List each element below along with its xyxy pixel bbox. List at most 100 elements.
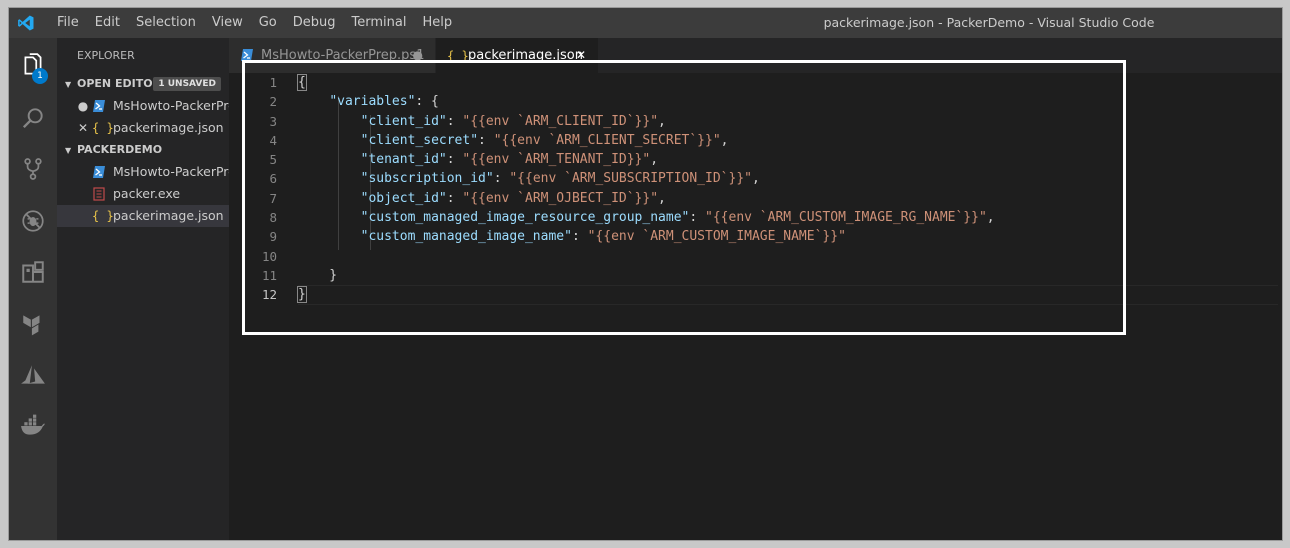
menu-debug[interactable]: Debug [285, 8, 344, 38]
azure-icon [21, 365, 45, 384]
activity-extensions[interactable] [9, 249, 57, 295]
unsaved-dot-icon[interactable]: ● [413, 38, 423, 73]
menu-help[interactable]: Help [414, 8, 460, 38]
code-line[interactable]: "object_id": "{{env `ARM_OJBECT_ID`}}", [298, 189, 1278, 208]
json-punctuation: } [297, 286, 307, 304]
open-editor-item[interactable]: ● MsHowto-PackerPrep.ps1 [57, 95, 229, 117]
open-editors-header[interactable]: ▼ OPEN EDITORS 1 UNSAVED [57, 73, 229, 95]
line-number-gutter: 1 2 3 4 5 6 7 8 9 10 11 12 [229, 73, 277, 305]
code-line[interactable]: "subscription_id": "{{env `ARM_SUBSCRIPT… [298, 169, 1278, 188]
menu-go[interactable]: Go [251, 8, 285, 38]
json-punctuation: : [446, 152, 463, 168]
line-number: 4 [269, 132, 277, 148]
explorer-badge: 1 [32, 68, 48, 84]
json-punctuation [298, 210, 361, 225]
code-line[interactable]: "client_id": "{{env `ARM_CLIENT_ID`}}", [298, 112, 1278, 131]
code-editor[interactable]: 1 2 3 4 5 6 7 8 9 10 11 12 { "variables": { "client… [229, 73, 1282, 540]
activity-debug[interactable] [9, 198, 57, 244]
code-line[interactable]: "client_secret": "{{env `ARM_CLIENT_SECR… [298, 131, 1278, 150]
json-punctuation [298, 152, 361, 167]
code-line[interactable]: "custom_managed_image_name": "{{env `ARM… [298, 227, 1278, 246]
json-punctuation: , [986, 210, 995, 226]
menu-terminal[interactable]: Terminal [344, 8, 415, 38]
json-string: "{{env `ARM_OJBECT_ID`}}" [462, 190, 659, 206]
line-number: 7 [269, 190, 277, 206]
line-number: 8 [269, 210, 277, 226]
activity-azure[interactable] [9, 352, 57, 398]
code-area[interactable]: { "variables": { "client_id": "{{env `AR… [297, 73, 1278, 305]
file-label: packerimage.json [113, 208, 224, 223]
chevron-down-icon: ▼ [65, 146, 72, 155]
folder-label: PACKERDEMO [77, 143, 163, 156]
open-editor-item[interactable]: ✕ { } packerimage.json [57, 117, 229, 139]
json-punctuation: : [689, 210, 706, 226]
menu-view[interactable]: View [204, 8, 251, 38]
code-line[interactable]: { [297, 73, 1278, 92]
title-bar: File Edit Selection View Go Debug Termin… [9, 8, 1282, 38]
activity-explorer[interactable]: 1 [9, 42, 57, 88]
menu-selection[interactable]: Selection [128, 8, 204, 38]
activity-terraform[interactable] [9, 301, 57, 347]
file-item-selected[interactable]: { } packerimage.json [57, 205, 229, 227]
code-line[interactable]: "tenant_id": "{{env `ARM_TENANT_ID}}", [298, 150, 1278, 169]
file-label: packer.exe [113, 186, 181, 201]
line-number: 11 [261, 267, 277, 283]
line-number: 3 [269, 113, 277, 129]
code-line[interactable]: } [298, 266, 1278, 285]
line-number: 12 [261, 287, 277, 303]
close-icon[interactable]: ✕ [576, 38, 586, 73]
json-key: "subscription_id" [360, 171, 494, 187]
open-editor-label: MsHowto-PackerPrep.ps1 [113, 98, 229, 113]
json-key: "object_id" [360, 190, 447, 206]
code-line[interactable]: "variables": { [298, 92, 1278, 111]
tab-label: MsHowto-PackerPrep.ps1 [261, 48, 425, 63]
json-punctuation: : [446, 113, 463, 129]
activity-search[interactable] [9, 95, 57, 141]
activity-docker[interactable] [9, 403, 57, 449]
activity-source-control[interactable] [9, 146, 57, 192]
line-number: 6 [269, 171, 277, 187]
open-editor-label: packerimage.json [113, 120, 224, 135]
json-string: "{{env `ARM_CLIENT_SECRET`}}" [493, 132, 721, 148]
tab-bar: MsHowto-PackerPrep.ps1 ● { } packerimage… [229, 38, 1282, 73]
json-punctuation: : [478, 132, 494, 148]
activity-bar: 1 [9, 38, 57, 540]
powershell-icon [93, 166, 105, 178]
json-string: "{{env `ARM_CUSTOM_IMAGE_NAME`}}" [587, 229, 846, 245]
json-icon: { } [92, 121, 114, 135]
json-punctuation: { [297, 74, 307, 91]
unsaved-dot-icon[interactable]: ● [77, 95, 89, 117]
json-string: "{{env `ARM_CLIENT_ID`}}" [462, 113, 659, 129]
json-icon: { } [447, 49, 469, 63]
json-punctuation: : [493, 171, 510, 187]
tab-label: packerimage.json [468, 48, 583, 63]
file-item[interactable]: packer.exe [57, 183, 229, 205]
file-item[interactable]: MsHowto-PackerPrep.ps1 [57, 161, 229, 183]
extensions-icon [22, 261, 44, 283]
json-punctuation [298, 133, 361, 148]
json-key: "custom_managed_image_resource_group_nam… [360, 210, 690, 226]
tab-mshowto-packerprep[interactable]: MsHowto-PackerPrep.ps1 ● [229, 38, 435, 73]
code-line[interactable]: "custom_managed_image_resource_group_nam… [298, 208, 1278, 227]
code-line[interactable] [298, 247, 1278, 266]
sidebar-title: EXPLORER [77, 49, 135, 62]
json-key: "client_id" [360, 113, 447, 129]
powershell-icon [93, 100, 105, 112]
json-key: "variables" [329, 94, 416, 110]
window-title: packerimage.json - PackerDemo - Visual S… [823, 15, 1155, 30]
json-string: "{{env `ARM_TENANT_ID}}" [462, 152, 651, 168]
json-string: "{{env `ARM_CUSTOM_IMAGE_RG_NAME`}}" [705, 210, 987, 226]
menu-file[interactable]: File [49, 8, 87, 38]
line-number: 2 [269, 94, 277, 110]
line-number: 10 [261, 248, 277, 264]
json-string: "{{env `ARM_SUBSCRIPTION_ID`}}" [509, 171, 752, 187]
explorer-sidebar: EXPLORER ▼ OPEN EDITORS 1 UNSAVED ● MsHow… [57, 38, 229, 540]
source-control-icon [24, 158, 42, 180]
menu-edit[interactable]: Edit [87, 8, 128, 38]
json-punctuation [298, 171, 361, 186]
code-line[interactable]: } [297, 285, 1278, 304]
folder-header[interactable]: ▼ PACKERDEMO [57, 139, 229, 161]
tab-packerimage-json[interactable]: { } packerimage.json ✕ [436, 38, 598, 73]
close-icon[interactable]: ✕ [77, 117, 89, 139]
json-key: "client_secret" [360, 132, 479, 148]
